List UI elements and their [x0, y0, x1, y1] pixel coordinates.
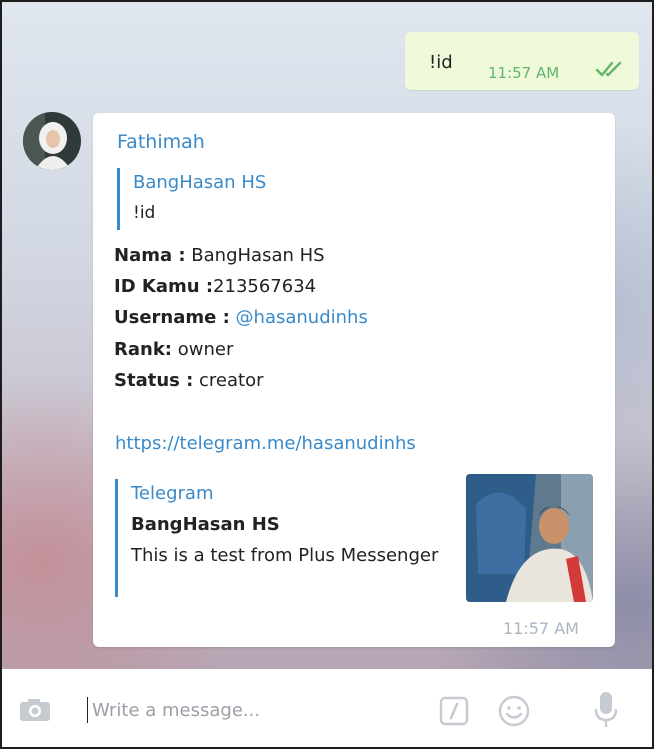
- reply-text: !id: [133, 203, 156, 223]
- chat-window: !id 11:57 AM Fathimah BangHasan HS !id N…: [0, 0, 654, 749]
- camera-icon[interactable]: [19, 698, 51, 722]
- avatar[interactable]: [23, 112, 81, 170]
- info-row-rank: Rank: owner: [114, 339, 233, 360]
- info-row-id: ID Kamu :213567634: [114, 276, 316, 297]
- info-label: Status :: [114, 370, 194, 391]
- info-label: Nama :: [114, 245, 186, 266]
- info-value: creator: [193, 370, 264, 391]
- emoji-icon[interactable]: [497, 694, 531, 728]
- reply-quote[interactable]: BangHasan HS !id: [117, 168, 266, 230]
- info-value: 213567634: [213, 276, 317, 297]
- outgoing-message-time: 11:57 AM: [488, 64, 560, 82]
- profile-link[interactable]: https://telegram.me/hasanudinhs: [115, 433, 416, 454]
- info-value: owner: [172, 339, 234, 360]
- preview-title: BangHasan HS: [131, 514, 280, 535]
- microphone-icon[interactable]: [594, 691, 618, 729]
- username-link[interactable]: @hasanudinhs: [230, 307, 368, 328]
- link-preview[interactable]: Telegram BangHasan HS This is a test fro…: [115, 479, 441, 597]
- preview-thumbnail[interactable]: [466, 474, 593, 602]
- info-label: Username :: [114, 307, 230, 328]
- info-label: Rank:: [114, 339, 172, 360]
- message-input[interactable]: [92, 695, 422, 725]
- message-composer: [2, 669, 652, 747]
- info-row-username: Username : @hasanudinhs: [114, 307, 368, 328]
- sender-name[interactable]: Fathimah: [117, 131, 205, 153]
- incoming-message-time: 11:57 AM: [503, 619, 579, 638]
- bot-command-icon[interactable]: [439, 696, 469, 726]
- text-cursor: [87, 697, 88, 723]
- info-label: ID Kamu :: [114, 276, 214, 297]
- preview-photo: [466, 474, 593, 602]
- double-check-icon: [595, 61, 622, 77]
- info-value: BangHasan HS: [185, 245, 325, 266]
- outgoing-message[interactable]: !id 11:57 AM: [405, 32, 639, 90]
- preview-site-name: Telegram: [131, 483, 214, 504]
- info-row-nama: Nama : BangHasan HS: [114, 245, 325, 266]
- outgoing-message-text: !id: [429, 52, 453, 73]
- chat-background: !id 11:57 AM Fathimah BangHasan HS !id N…: [2, 2, 652, 669]
- preview-description: This is a test from Plus Messenger: [131, 545, 439, 566]
- incoming-message[interactable]: Fathimah BangHasan HS !id Nama : BangHas…: [93, 113, 615, 647]
- info-row-status: Status : creator: [114, 370, 264, 391]
- reply-author: BangHasan HS: [133, 172, 267, 193]
- avatar-image: [23, 112, 81, 170]
